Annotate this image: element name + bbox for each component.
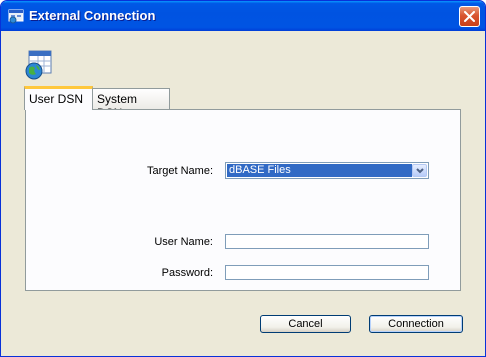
target-name-value: dBASE Files	[227, 164, 412, 177]
tab-system-dsn[interactable]: System DSN	[92, 88, 170, 120]
user-name-input[interactable]	[225, 234, 429, 249]
dropdown-button[interactable]	[412, 164, 427, 177]
password-label: Password:	[161, 267, 213, 279]
connection-button[interactable]: Connection	[369, 315, 463, 333]
title-bar[interactable]: External Connection	[1, 1, 485, 31]
external-connection-dialog: External Connection User DSN System DSN …	[0, 0, 486, 357]
cancel-button[interactable]: Cancel	[260, 315, 351, 333]
password-input[interactable]	[225, 265, 429, 280]
tab-panel	[25, 109, 461, 291]
user-name-label: User Name:	[154, 236, 213, 248]
chevron-down-icon	[416, 168, 424, 174]
database-globe-icon	[25, 50, 52, 80]
target-name-select[interactable]: dBASE Files	[225, 162, 429, 179]
close-icon	[464, 11, 475, 22]
tab-user-dsn[interactable]: User DSN	[24, 86, 93, 110]
tab-label: User DSN	[29, 92, 84, 106]
window-title: External Connection	[29, 8, 156, 23]
close-button[interactable]	[459, 6, 480, 27]
connection-icon	[8, 9, 24, 24]
target-name-label: Target Name:	[146, 165, 213, 177]
